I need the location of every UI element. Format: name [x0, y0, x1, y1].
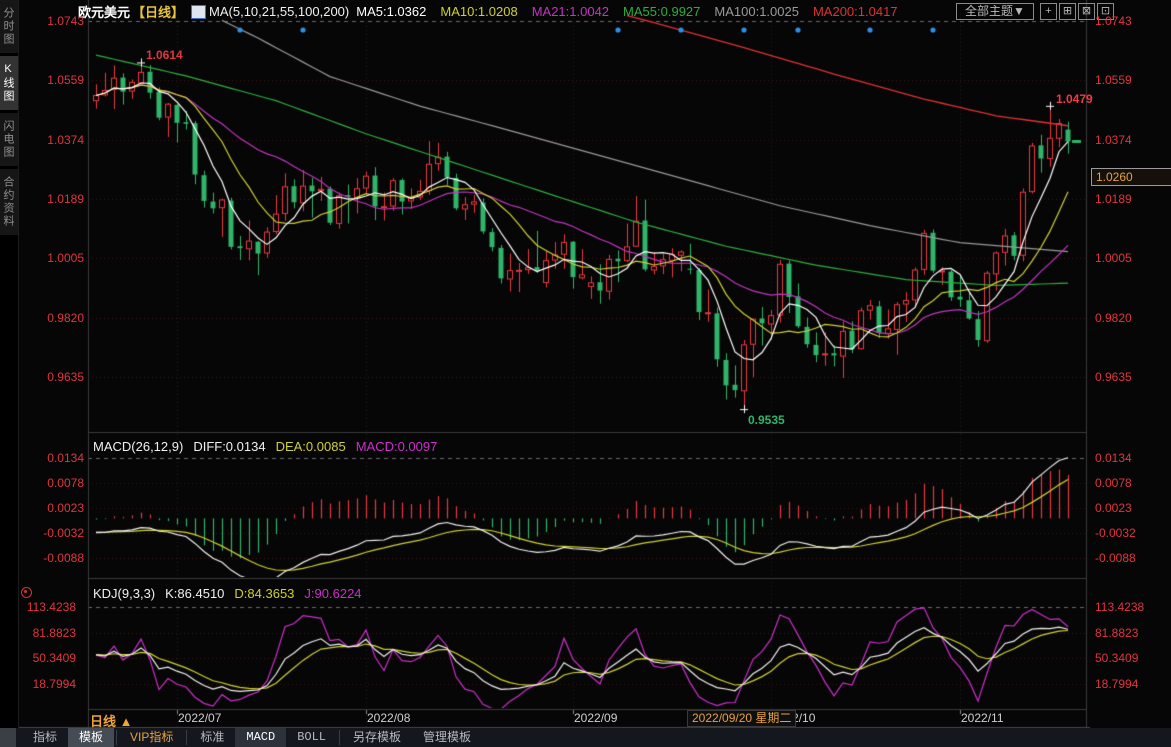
axis-label: 0.0023 — [1095, 501, 1132, 515]
kdj-title[interactable]: KDJ(9,3,3) — [93, 586, 155, 601]
xaxis-month-label: 2022/07 — [178, 711, 221, 725]
kdj-k-value: K:86.4510 — [165, 586, 224, 601]
kdj-settings-icon[interactable] — [21, 587, 32, 598]
macd-macd-value: MACD:0.0097 — [356, 439, 438, 454]
toolbar-tab-2[interactable]: 模板 — [68, 728, 114, 747]
axis-label: 113.4238 — [14, 600, 76, 614]
trading-app-window: 分时图 K线图闪电图合约资料 欧元美元【日线】 MA(5,10,21,55,100… — [0, 0, 1171, 747]
axis-label: 81.8823 — [1095, 626, 1138, 640]
axis-label: 1.0005 — [22, 251, 84, 265]
axis-label: 1.0005 — [1095, 251, 1132, 265]
axis-label: 0.0134 — [22, 451, 84, 465]
xaxis-month-label: 2022/11 — [961, 711, 1004, 725]
axis-label: 1.0559 — [1095, 73, 1132, 87]
toolbar-tab-5[interactable]: MACD — [235, 728, 286, 747]
kdj-j-value: J:90.6224 — [304, 586, 361, 601]
toolbar-tab-7[interactable]: 另存模板 — [342, 728, 412, 747]
macd-pane-header: MACD(26,12,9) DIFF:0.0134 DEA:0.0085 MAC… — [93, 439, 437, 454]
axis-label: 0.0134 — [1095, 451, 1132, 465]
crosshair-date-tag: 2022/09/20 星期二 — [687, 710, 796, 727]
axis-label: 1.0374 — [22, 133, 84, 147]
move-icon[interactable]: + — [1040, 3, 1057, 20]
ma-values: MA5:1.0362 MA10:1.0208 MA21:1.0042 MA55:0.9… — [356, 4, 897, 19]
axis-label: 18.7994 — [1095, 677, 1138, 691]
macd-diff-value: DIFF:0.0134 — [193, 439, 265, 454]
toolbar-separator — [186, 730, 187, 745]
fit-chart-icon[interactable]: ⊞ — [1059, 3, 1076, 20]
toolbar-separator — [116, 730, 117, 745]
ma-settings-label[interactable]: MA(5,10,21,55,100,200) — [209, 4, 349, 19]
axis-label: 1.0743 — [1095, 14, 1132, 28]
axis-label: -0.0032 — [1095, 526, 1136, 540]
crosshair-price-tag: 1.0260 — [1091, 168, 1171, 186]
annotation-swing_low: 0.9535 — [748, 413, 785, 427]
axis-label: 1.0559 — [22, 73, 84, 87]
axis-label: 1.0189 — [1095, 192, 1132, 206]
annotation-swing_high_1: 1.0614 — [146, 48, 183, 62]
chart-header: 欧元美元【日线】 MA(5,10,21,55,100,200) MA5:1.03… — [78, 2, 898, 21]
axis-label: 0.9820 — [22, 311, 84, 325]
sidebar-tab-4[interactable]: 合约资料 — [0, 169, 18, 235]
macd-title[interactable]: MACD(26,12,9) — [93, 439, 183, 454]
pan-chart-icon[interactable]: ⊠ — [1078, 3, 1095, 20]
bottom-toolbar: 指标模板 VIP指标标准MACDBOLL 另存模板管理模板 — [0, 728, 1171, 747]
macd-dea-value: DEA:0.0085 — [276, 439, 346, 454]
toolbar-tab-6[interactable]: BOLL — [286, 728, 337, 747]
toolbar-tab-8[interactable]: 管理模板 — [412, 728, 482, 747]
kdj-d-value: D:84.3653 — [234, 586, 294, 601]
annotation-swing_high_2: 1.0479 — [1056, 92, 1093, 106]
axis-label: -0.0088 — [1095, 551, 1136, 565]
toolbar-tab-4[interactable]: 标准 — [189, 728, 235, 747]
axis-label: 0.9635 — [1095, 370, 1132, 384]
axis-label: 0.9635 — [22, 370, 84, 384]
axis-label: 81.8823 — [14, 626, 76, 640]
period-tag: 【日线】 — [132, 2, 184, 21]
ma-value-4: MA55:0.9927 — [623, 4, 700, 19]
theme-dropdown-button[interactable]: 全部主题▼ — [956, 3, 1034, 20]
axis-label: 0.0078 — [1095, 476, 1132, 490]
axis-label: 113.4238 — [1095, 600, 1144, 614]
sidebar-tab-2[interactable]: K线图 — [0, 56, 18, 110]
axis-label: 1.0189 — [22, 192, 84, 206]
sidebar-tab-3[interactable]: 闪电图 — [0, 113, 18, 166]
chart-canvas[interactable] — [0, 0, 1171, 747]
toolbar-grip[interactable] — [0, 728, 16, 747]
axis-label: 0.0078 — [22, 476, 84, 490]
toolbar-separator — [339, 730, 340, 745]
indicator-icon[interactable] — [191, 5, 206, 19]
axis-label: -0.0088 — [22, 551, 84, 565]
axis-label: 1.0743 — [22, 14, 84, 28]
axis-label: 0.9820 — [1095, 311, 1132, 325]
axis-label: 50.3409 — [1095, 651, 1138, 665]
axis-label: -0.0032 — [22, 526, 84, 540]
xaxis-month-label: 2022/08 — [367, 711, 410, 725]
axis-label: 1.0374 — [1095, 133, 1132, 147]
toolbar-tab-3[interactable]: VIP指标 — [119, 728, 184, 747]
symbol-title: 欧元美元 — [78, 2, 130, 21]
ma-value-6: MA200:1.0417 — [813, 4, 898, 19]
axis-label: 0.0023 — [22, 501, 84, 515]
ma-value-5: MA100:1.0025 — [714, 4, 799, 19]
ma-value-1: MA5:1.0362 — [356, 4, 426, 19]
sidebar-tab-1[interactable]: 分时图 — [0, 0, 18, 53]
kdj-pane-header: KDJ(9,3,3) K:86.4510 D:84.3653 J:90.6224 — [93, 586, 362, 601]
ma-value-3: MA21:1.0042 — [532, 4, 609, 19]
ma-value-2: MA10:1.0208 — [440, 4, 517, 19]
axis-label: 18.7994 — [14, 677, 76, 691]
axis-label: 50.3409 — [14, 651, 76, 665]
xaxis-month-label: 2022/09 — [574, 711, 617, 725]
toolbar-tab-1[interactable]: 指标 — [22, 728, 68, 747]
